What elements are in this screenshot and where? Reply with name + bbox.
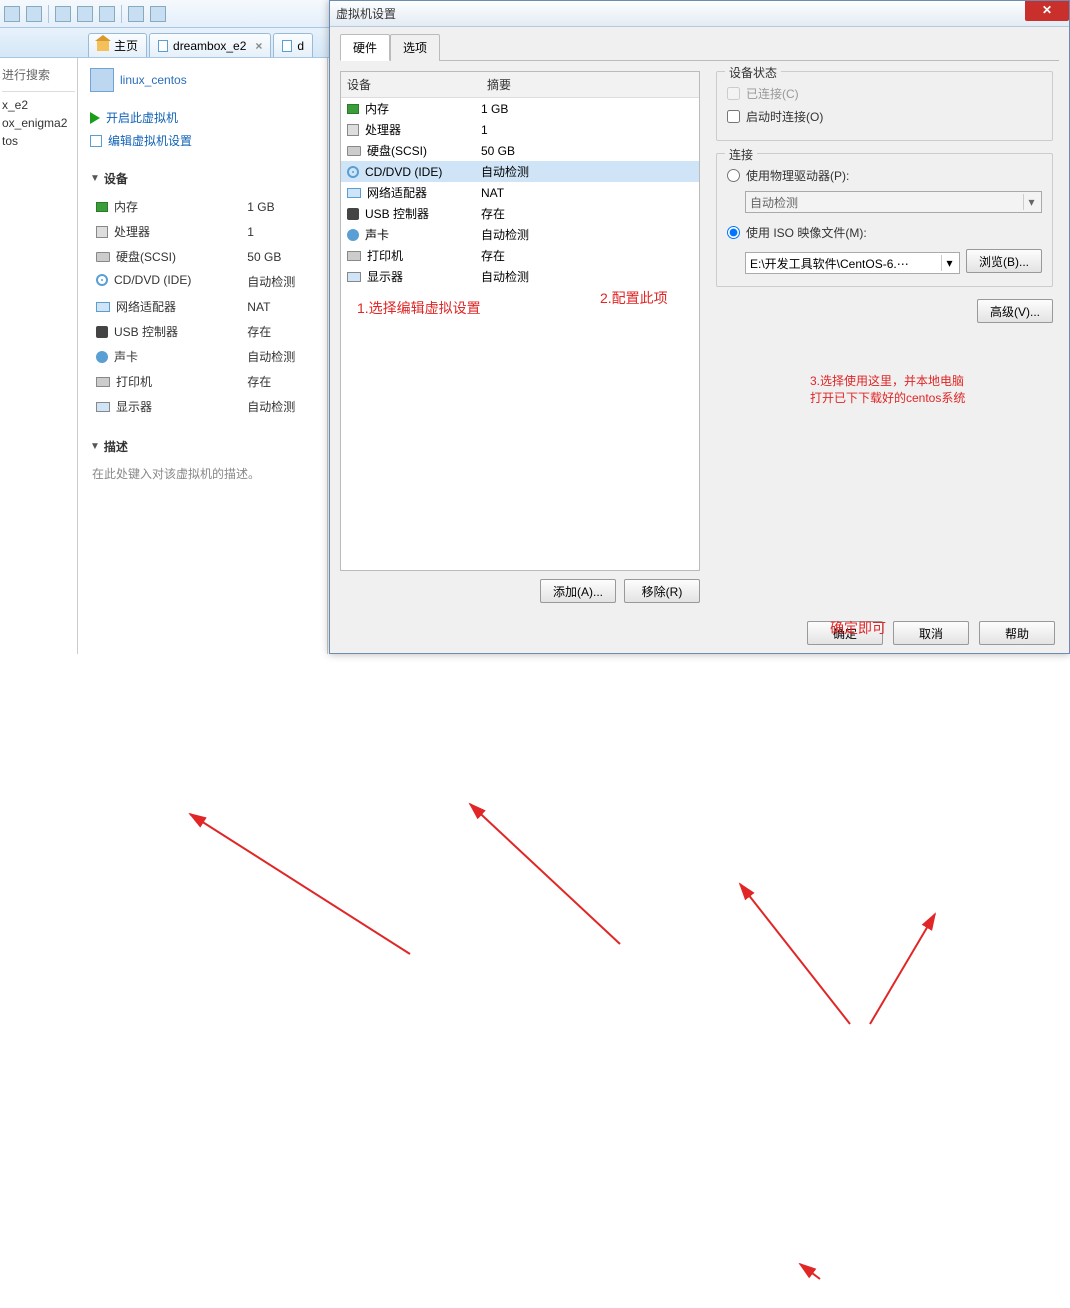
connect-at-boot-checkbox[interactable]: 启动时连接(O) [727, 105, 1042, 128]
device-icon [96, 252, 110, 262]
vm-icon [90, 68, 114, 92]
hardware-row[interactable]: 打印机存在 [341, 245, 699, 266]
play-icon [90, 112, 100, 124]
tab-label: d [297, 39, 304, 53]
tab-options[interactable]: 选项 [390, 34, 440, 61]
device-row[interactable]: 显示器自动检测 [92, 395, 313, 418]
device-icon [347, 208, 359, 220]
device-row[interactable]: 声卡自动检测 [92, 345, 313, 368]
file-icon [282, 40, 292, 52]
device-icon [347, 229, 359, 241]
device-row[interactable]: 内存1 GB [92, 195, 313, 218]
description-placeholder[interactable]: 在此处键入对该虚拟机的描述。 [90, 461, 315, 486]
device-icon [347, 146, 361, 156]
tree-item[interactable]: ox_enigma2 [2, 114, 75, 132]
browse-button[interactable]: 浏览(B)... [966, 249, 1042, 273]
ok-button[interactable]: 确定 [807, 621, 883, 645]
device-icon [347, 124, 359, 136]
power-on-link[interactable]: 开启此虚拟机 [90, 106, 315, 129]
iso-file-radio[interactable]: 使用 ISO 映像文件(M): [727, 221, 1042, 244]
device-icon [96, 302, 110, 312]
tab-label: 主页 [114, 37, 138, 54]
physical-drive-radio[interactable]: 使用物理驱动器(P): [727, 164, 1042, 187]
device-row[interactable]: USB 控制器存在 [92, 320, 313, 343]
hardware-row[interactable]: 显示器自动检测 [341, 266, 699, 287]
toolbar-icon[interactable] [4, 6, 20, 22]
annotation-arrows [0, 654, 1070, 1308]
chevron-down-icon: ▼ [90, 441, 100, 452]
toolbar-icon[interactable] [99, 6, 115, 22]
hardware-row[interactable]: 声卡自动检测 [341, 224, 699, 245]
close-button[interactable]: ✕ [1025, 1, 1069, 21]
tab-partial[interactable]: d [273, 33, 313, 57]
file-icon [158, 40, 168, 52]
edit-icon [90, 135, 102, 147]
chevron-down-icon[interactable]: ▾ [1023, 194, 1039, 210]
edit-settings-link[interactable]: 编辑虚拟机设置 [90, 129, 315, 152]
device-icon [96, 226, 108, 238]
hardware-row[interactable]: 内存1 GB [341, 98, 699, 119]
home-icon [97, 41, 109, 51]
device-icon [347, 272, 361, 282]
toolbar-icon[interactable] [150, 6, 166, 22]
device-icon [347, 188, 361, 198]
device-icon [347, 104, 359, 114]
connected-checkbox[interactable]: 已连接(C) [727, 82, 1042, 105]
hardware-row[interactable]: 处理器1 [341, 119, 699, 140]
toolbar-icon[interactable] [26, 6, 42, 22]
search-placeholder[interactable]: 进行搜索 [2, 62, 75, 92]
close-icon[interactable]: × [255, 39, 262, 53]
device-row[interactable]: 处理器1 [92, 220, 313, 243]
tab-dreambox[interactable]: dreambox_e2 × [149, 33, 271, 57]
device-icon [96, 202, 108, 212]
chevron-down-icon[interactable]: ▾ [941, 255, 957, 271]
device-status-fieldset: 设备状态 已连接(C) 启动时连接(O) [716, 71, 1053, 141]
toolbar-icon[interactable] [128, 6, 144, 22]
add-hardware-button[interactable]: 添加(A)... [540, 579, 616, 603]
tab-label: dreambox_e2 [173, 39, 246, 53]
device-icon [96, 402, 110, 412]
device-icon [347, 166, 359, 178]
toolbar-icon[interactable] [55, 6, 71, 22]
tab-hardware[interactable]: 硬件 [340, 34, 390, 61]
dialog-footer: 确定 取消 帮助 [807, 621, 1055, 645]
iso-path-combo[interactable]: E:\开发工具软件\CentOS-6.⋯ ▾ [745, 252, 960, 274]
device-row[interactable]: 硬盘(SCSI)50 GB [92, 245, 313, 268]
device-icon [96, 351, 108, 363]
device-icon [96, 326, 108, 338]
hardware-row[interactable]: CD/DVD (IDE)自动检测 [341, 161, 699, 182]
connection-fieldset: 连接 使用物理驱动器(P): 自动检测 ▾ 使用 ISO 映像文件(M): [716, 153, 1053, 287]
library-tree: 进行搜索 x_e2 ox_enigma2 tos [0, 58, 78, 654]
remove-hardware-button[interactable]: 移除(R) [624, 579, 700, 603]
vm-title: linux_centos [90, 68, 315, 92]
tab-home[interactable]: 主页 [88, 33, 147, 57]
help-button[interactable]: 帮助 [979, 621, 1055, 645]
vm-settings-dialog: 虚拟机设置 ✕ 硬件 选项 设备 摘要 内存1 GB处理器1硬盘(SCSI)50… [329, 0, 1070, 654]
hardware-row[interactable]: USB 控制器存在 [341, 203, 699, 224]
device-row[interactable]: CD/DVD (IDE)自动检测 [92, 270, 313, 293]
physical-drive-combo[interactable]: 自动检测 ▾ [745, 191, 1042, 213]
cancel-button[interactable]: 取消 [893, 621, 969, 645]
tree-item[interactable]: tos [2, 132, 75, 150]
chevron-down-icon: ▼ [90, 173, 100, 184]
hardware-row[interactable]: 网络适配器NAT [341, 182, 699, 203]
devices-table: 内存1 GB处理器1硬盘(SCSI)50 GBCD/DVD (IDE)自动检测网… [90, 193, 315, 420]
device-icon [96, 377, 110, 387]
dialog-title: 虚拟机设置 [330, 1, 1069, 27]
device-icon [347, 251, 361, 261]
devices-header[interactable]: ▼ 设备 [90, 170, 315, 187]
dialog-tabs: 硬件 选项 [340, 33, 1059, 61]
description-header[interactable]: ▼ 描述 [90, 438, 315, 455]
vm-summary-panel: linux_centos 开启此虚拟机 编辑虚拟机设置 ▼ 设备 内存1 GB处… [78, 58, 328, 654]
hardware-row[interactable]: 硬盘(SCSI)50 GB [341, 140, 699, 161]
hardware-list[interactable]: 设备 摘要 内存1 GB处理器1硬盘(SCSI)50 GBCD/DVD (IDE… [340, 71, 700, 571]
device-row[interactable]: 打印机存在 [92, 370, 313, 393]
tree-item[interactable]: x_e2 [2, 96, 75, 114]
device-row[interactable]: 网络适配器NAT [92, 295, 313, 318]
toolbar-icon[interactable] [77, 6, 93, 22]
device-icon [96, 274, 108, 286]
hardware-list-header: 设备 摘要 [341, 72, 699, 98]
advanced-button[interactable]: 高级(V)... [977, 299, 1053, 323]
